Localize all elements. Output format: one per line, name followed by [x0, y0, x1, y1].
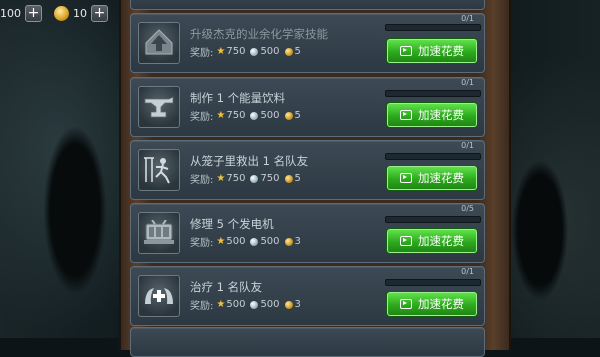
reward-label: 奖励: — [190, 301, 214, 312]
task-title: 从笼子里救出 1 名队友 — [190, 154, 309, 168]
coin-icon — [284, 174, 293, 183]
progress-bar — [385, 279, 481, 286]
rescue-icon — [138, 149, 180, 191]
speed-up-label: 加速花费 — [418, 44, 464, 58]
progress-text: 0/1 — [461, 141, 474, 150]
upgrade-arrow-icon — [138, 22, 180, 64]
reward-coins: 5 — [294, 110, 301, 121]
task-reward: 奖励: ★ 750 750 5 — [190, 171, 301, 186]
add-cash-button[interactable]: + — [25, 4, 42, 22]
xp-star-icon: ★ — [216, 46, 226, 57]
speed-up-button[interactable]: 加速花费 — [387, 103, 477, 127]
currency-bar: 100 + 10 + — [0, 3, 108, 23]
xp-star-icon: ★ — [216, 299, 226, 310]
reward-orbs: 500 — [260, 46, 280, 57]
reward-orbs: 500 — [260, 236, 280, 247]
reward-coins: 5 — [294, 46, 301, 57]
coin-icon — [284, 300, 293, 309]
cash-value: 100 — [0, 6, 21, 20]
orb-icon — [250, 237, 259, 246]
progress-bar — [385, 24, 481, 31]
coin-icon — [284, 111, 293, 120]
speed-up-label: 加速花费 — [418, 234, 464, 248]
task-row: 从笼子里救出 1 名队友 奖励: ★ 750 750 5 0/1 加速花费 — [130, 140, 485, 200]
character-silhouette — [20, 60, 130, 340]
task-row: 制作 1 个能量饮料 奖励: ★ 750 500 5 0/1 加速花费 — [130, 77, 485, 137]
task-reward: 奖励: ★ 500 500 3 — [190, 234, 301, 249]
video-icon — [400, 46, 412, 56]
progress-bar — [385, 216, 481, 223]
reward-xp: 750 — [226, 110, 246, 121]
gold-coin-icon — [54, 5, 69, 21]
progress-bar — [385, 90, 481, 97]
coin-icon — [284, 237, 293, 246]
coin-icon — [284, 47, 293, 56]
gold-value: 10 — [73, 6, 87, 20]
task-row: 升级杰克的业余化学家技能 奖励: ★ 750 500 5 0/1 加速花费 — [130, 13, 485, 73]
speed-up-label: 加速花费 — [418, 171, 464, 185]
task-title: 修理 5 个发电机 — [190, 217, 274, 231]
orb-icon — [250, 174, 259, 183]
reward-coins: 5 — [294, 173, 301, 184]
generator-icon — [138, 212, 180, 254]
progress-text: 0/5 — [461, 204, 474, 213]
reward-label: 奖励: — [190, 112, 214, 123]
speed-up-label: 加速花费 — [418, 108, 464, 122]
task-reward: 奖励: ★ 750 500 5 — [190, 44, 301, 59]
reward-label: 奖励: — [190, 238, 214, 249]
speed-up-button[interactable]: 加速花费 — [387, 166, 477, 190]
progress-text: 0/1 — [461, 14, 474, 23]
speed-up-button[interactable]: 加速花费 — [387, 39, 477, 63]
progress-text: 0/1 — [461, 78, 474, 87]
reward-label: 奖励: — [190, 48, 214, 59]
speed-up-button[interactable]: 加速花费 — [387, 292, 477, 316]
task-title: 制作 1 个能量饮料 — [190, 91, 286, 105]
speed-up-label: 加速花费 — [418, 297, 464, 311]
reward-label: 奖励: — [190, 175, 214, 186]
reward-xp: 500 — [226, 236, 246, 247]
video-icon — [400, 236, 412, 246]
task-row: 修理 5 个发电机 奖励: ★ 500 500 3 0/5 加速花费 — [130, 203, 485, 263]
reward-xp: 750 — [226, 173, 246, 184]
orb-icon — [250, 111, 259, 120]
reward-coins: 3 — [294, 299, 301, 310]
video-icon — [400, 299, 412, 309]
anvil-icon — [138, 86, 180, 128]
orb-icon — [250, 300, 259, 309]
xp-star-icon: ★ — [216, 173, 226, 184]
xp-star-icon: ★ — [216, 110, 226, 121]
task-reward: 奖励: ★ 750 500 5 — [190, 108, 301, 123]
orb-icon — [250, 47, 259, 56]
video-icon — [400, 110, 412, 120]
progress-bar — [385, 153, 481, 160]
reward-orbs: 500 — [260, 299, 280, 310]
task-title: 治疗 1 名队友 — [190, 280, 263, 294]
xp-star-icon: ★ — [216, 236, 226, 247]
reward-orbs: 500 — [260, 110, 280, 121]
reward-orbs: 750 — [260, 173, 280, 184]
reward-coins: 3 — [294, 236, 301, 247]
reward-xp: 500 — [226, 299, 246, 310]
add-gold-button[interactable]: + — [91, 4, 108, 22]
speed-up-button[interactable]: 加速花费 — [387, 229, 477, 253]
reward-xp: 750 — [226, 46, 246, 57]
task-row-partial — [130, 327, 485, 357]
video-icon — [400, 173, 412, 183]
heal-icon — [138, 275, 180, 317]
task-row: 治疗 1 名队友 奖励: ★ 500 500 3 0/1 加速花费 — [130, 266, 485, 326]
task-row-partial — [130, 0, 485, 10]
task-reward: 奖励: ★ 500 500 3 — [190, 297, 301, 312]
task-title: 升级杰克的业余化学家技能 — [190, 27, 328, 41]
progress-text: 0/1 — [461, 267, 474, 276]
